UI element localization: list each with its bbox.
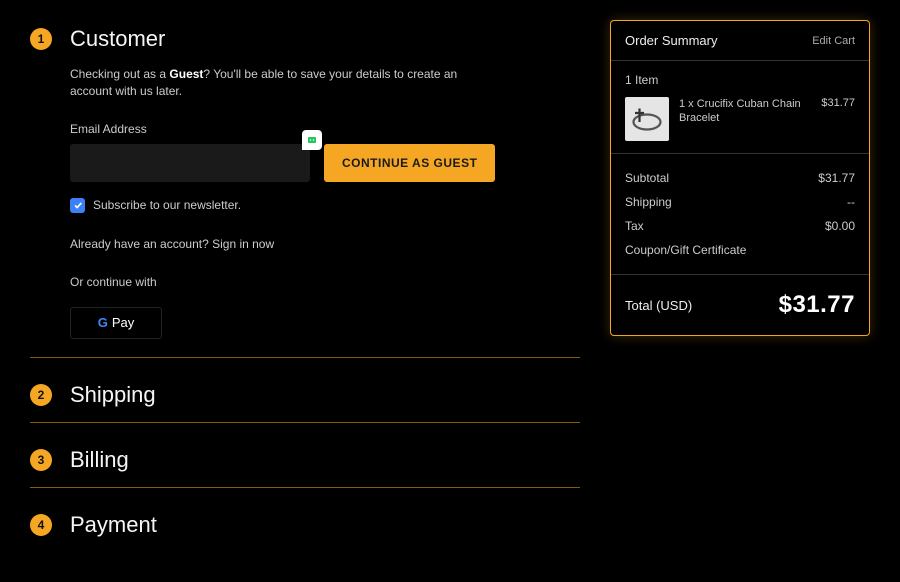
newsletter-label: Subscribe to our newsletter. xyxy=(93,198,241,212)
shipping-label: Shipping xyxy=(625,195,672,209)
cart-item: 1 x Crucifix Cuban Chain Bracelet $31.77 xyxy=(625,97,855,141)
item-name: 1 x Crucifix Cuban Chain Bracelet xyxy=(679,97,811,126)
item-count: 1 Item xyxy=(625,73,855,87)
continue-as-guest-button[interactable]: CONTINUE AS GUEST xyxy=(324,144,495,182)
email-label: Email Address xyxy=(70,122,580,136)
shipping-value: -- xyxy=(847,195,855,209)
edit-cart-link[interactable]: Edit Cart xyxy=(812,35,855,47)
google-pay-button[interactable]: G Pay xyxy=(70,307,162,339)
step-title: Payment xyxy=(70,512,157,538)
step-shipping-header[interactable]: 2 Shipping xyxy=(30,382,580,408)
subtotal-label: Subtotal xyxy=(625,171,669,185)
item-price: $31.77 xyxy=(821,97,855,109)
divider xyxy=(30,422,580,423)
item-thumbnail xyxy=(625,97,669,141)
order-summary-panel: Order Summary Edit Cart 1 Item 1 x Cruci… xyxy=(610,20,870,336)
total-label: Total (USD) xyxy=(625,298,692,313)
tax-value: $0.00 xyxy=(825,219,855,233)
sign-in-link[interactable]: Sign in now xyxy=(212,237,274,251)
or-continue-label: Or continue with xyxy=(70,275,580,289)
already-account-text: Already have an account? Sign in now xyxy=(70,237,580,251)
step-number: 3 xyxy=(30,449,52,471)
coupon-link[interactable]: Coupon/Gift Certificate xyxy=(625,243,746,257)
email-field[interactable] xyxy=(70,144,310,182)
tax-label: Tax xyxy=(625,219,644,233)
newsletter-checkbox[interactable] xyxy=(70,198,85,213)
subtotal-value: $31.77 xyxy=(818,171,855,185)
summary-title: Order Summary xyxy=(625,33,717,48)
divider xyxy=(30,357,580,358)
guest-helper-text: Checking out as a Guest? You'll be able … xyxy=(70,66,470,100)
step-number: 4 xyxy=(30,514,52,536)
step-billing-header[interactable]: 3 Billing xyxy=(30,447,580,473)
step-number: 2 xyxy=(30,384,52,406)
step-payment-header[interactable]: 4 Payment xyxy=(30,512,580,538)
chat-widget-icon[interactable] xyxy=(302,130,322,150)
total-value: $31.77 xyxy=(779,291,855,319)
step-title: Shipping xyxy=(70,382,156,408)
step-title: Billing xyxy=(70,447,129,473)
step-number: 1 xyxy=(30,28,52,50)
step-title: Customer xyxy=(70,26,165,52)
step-customer-header: 1 Customer xyxy=(30,26,580,52)
divider xyxy=(30,487,580,488)
